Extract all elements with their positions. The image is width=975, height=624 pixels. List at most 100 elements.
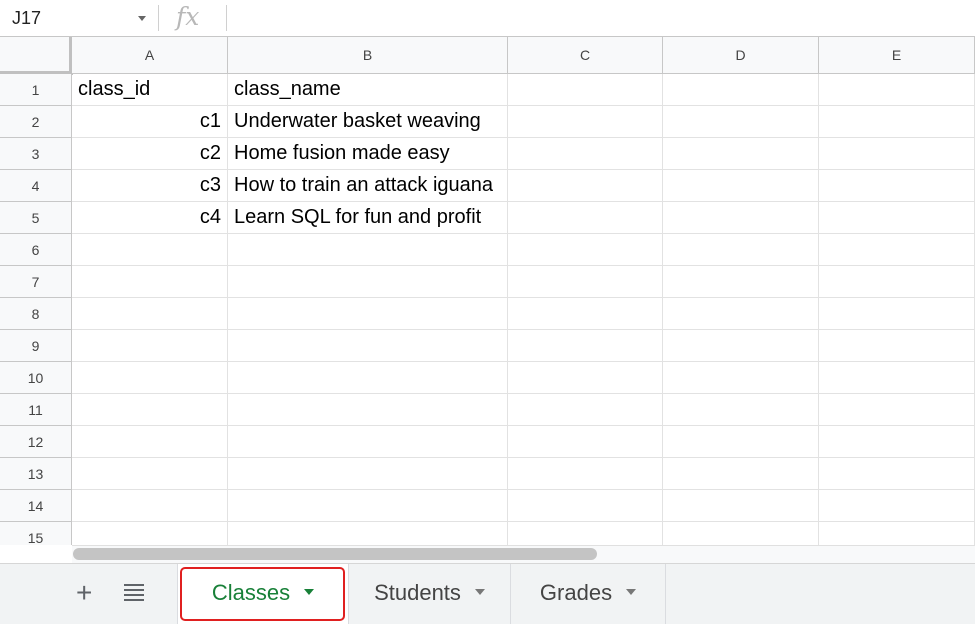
cell-d5[interactable] [663, 202, 819, 234]
row-header-5[interactable]: 5 [0, 202, 72, 234]
cell-d7[interactable] [663, 266, 819, 298]
cell-a10[interactable] [72, 362, 228, 394]
cell-e2[interactable] [819, 106, 975, 138]
cell-b5[interactable]: Learn SQL for fun and profit [228, 202, 508, 234]
row-header-1[interactable]: 1 [0, 74, 72, 106]
column-header-c[interactable]: C [508, 37, 663, 74]
row-header-11[interactable]: 11 [0, 394, 72, 426]
tab-students[interactable]: Students [349, 564, 510, 624]
cell-c7[interactable] [508, 266, 663, 298]
cell-d3[interactable] [663, 138, 819, 170]
row-header-3[interactable]: 3 [0, 138, 72, 170]
cell-b4[interactable]: How to train an attack iguana [228, 170, 508, 202]
cell-b7[interactable] [228, 266, 508, 298]
cell-d15[interactable] [663, 522, 819, 545]
cell-a3[interactable]: c2 [72, 138, 228, 170]
cell-d1[interactable] [663, 74, 819, 106]
cell-c4[interactable] [508, 170, 663, 202]
cell-c1[interactable] [508, 74, 663, 106]
cell-b3[interactable]: Home fusion made easy [228, 138, 508, 170]
row-header-2[interactable]: 2 [0, 106, 72, 138]
cell-e6[interactable] [819, 234, 975, 266]
cell-d4[interactable] [663, 170, 819, 202]
cell-d11[interactable] [663, 394, 819, 426]
cell-b9[interactable] [228, 330, 508, 362]
row-header-9[interactable]: 9 [0, 330, 72, 362]
row-header-13[interactable]: 13 [0, 458, 72, 490]
cell-a11[interactable] [72, 394, 228, 426]
cell-d14[interactable] [663, 490, 819, 522]
cell-a14[interactable] [72, 490, 228, 522]
row-header-4[interactable]: 4 [0, 170, 72, 202]
cell-c15[interactable] [508, 522, 663, 545]
cell-c3[interactable] [508, 138, 663, 170]
row-header-7[interactable]: 7 [0, 266, 72, 298]
cell-d10[interactable] [663, 362, 819, 394]
cell-c14[interactable] [508, 490, 663, 522]
cell-a5[interactable]: c4 [72, 202, 228, 234]
scrollbar-thumb[interactable] [73, 548, 597, 560]
cell-a13[interactable] [72, 458, 228, 490]
row-header-12[interactable]: 12 [0, 426, 72, 458]
cell-c5[interactable] [508, 202, 663, 234]
cell-e12[interactable] [819, 426, 975, 458]
cell-b10[interactable] [228, 362, 508, 394]
cell-c13[interactable] [508, 458, 663, 490]
column-header-d[interactable]: D [663, 37, 819, 74]
menu-icon[interactable] [124, 584, 144, 604]
cell-e11[interactable] [819, 394, 975, 426]
cell-e4[interactable] [819, 170, 975, 202]
cell-a2[interactable]: c1 [72, 106, 228, 138]
cell-b12[interactable] [228, 426, 508, 458]
cell-c6[interactable] [508, 234, 663, 266]
cell-a12[interactable] [72, 426, 228, 458]
chevron-down-icon[interactable] [626, 589, 637, 596]
row-header-8[interactable]: 8 [0, 298, 72, 330]
cell-a6[interactable] [72, 234, 228, 266]
cell-c9[interactable] [508, 330, 663, 362]
column-header-a[interactable]: A [72, 37, 228, 74]
cell-b2[interactable]: Underwater basket weaving [228, 106, 508, 138]
cell-b15[interactable] [228, 522, 508, 545]
cell-a7[interactable] [72, 266, 228, 298]
cell-a4[interactable]: c3 [72, 170, 228, 202]
tab-grades[interactable]: Grades [511, 564, 665, 624]
chevron-down-icon[interactable] [304, 589, 315, 596]
chevron-down-icon[interactable] [138, 16, 146, 21]
tab-classes[interactable]: Classes [178, 564, 348, 624]
row-header-14[interactable]: 14 [0, 490, 72, 522]
cell-b1[interactable]: class_name [228, 74, 508, 106]
formula-input[interactable] [228, 0, 975, 36]
cell-e3[interactable] [819, 138, 975, 170]
cell-e15[interactable] [819, 522, 975, 545]
column-header-b[interactable]: B [228, 37, 508, 74]
cell-b8[interactable] [228, 298, 508, 330]
row-header-15[interactable]: 15 [0, 522, 72, 545]
cell-c2[interactable] [508, 106, 663, 138]
cell-reference[interactable]: J17 [12, 8, 41, 29]
cell-d8[interactable] [663, 298, 819, 330]
cell-a9[interactable] [72, 330, 228, 362]
cell-e8[interactable] [819, 298, 975, 330]
cell-d9[interactable] [663, 330, 819, 362]
select-all-corner[interactable] [0, 37, 73, 75]
cell-b14[interactable] [228, 490, 508, 522]
name-box[interactable]: J17 [0, 0, 156, 36]
cell-b11[interactable] [228, 394, 508, 426]
cell-d2[interactable] [663, 106, 819, 138]
cell-a8[interactable] [72, 298, 228, 330]
row-header-6[interactable]: 6 [0, 234, 72, 266]
plus-icon[interactable]: + [76, 578, 92, 608]
cell-d13[interactable] [663, 458, 819, 490]
column-header-e[interactable]: E [819, 37, 975, 74]
cell-e10[interactable] [819, 362, 975, 394]
cell-a15[interactable] [72, 522, 228, 545]
row-header-10[interactable]: 10 [0, 362, 72, 394]
cell-a1[interactable]: class_id [72, 74, 228, 106]
cell-c12[interactable] [508, 426, 663, 458]
cell-b13[interactable] [228, 458, 508, 490]
cell-e5[interactable] [819, 202, 975, 234]
cell-d12[interactable] [663, 426, 819, 458]
cell-e9[interactable] [819, 330, 975, 362]
cell-d6[interactable] [663, 234, 819, 266]
